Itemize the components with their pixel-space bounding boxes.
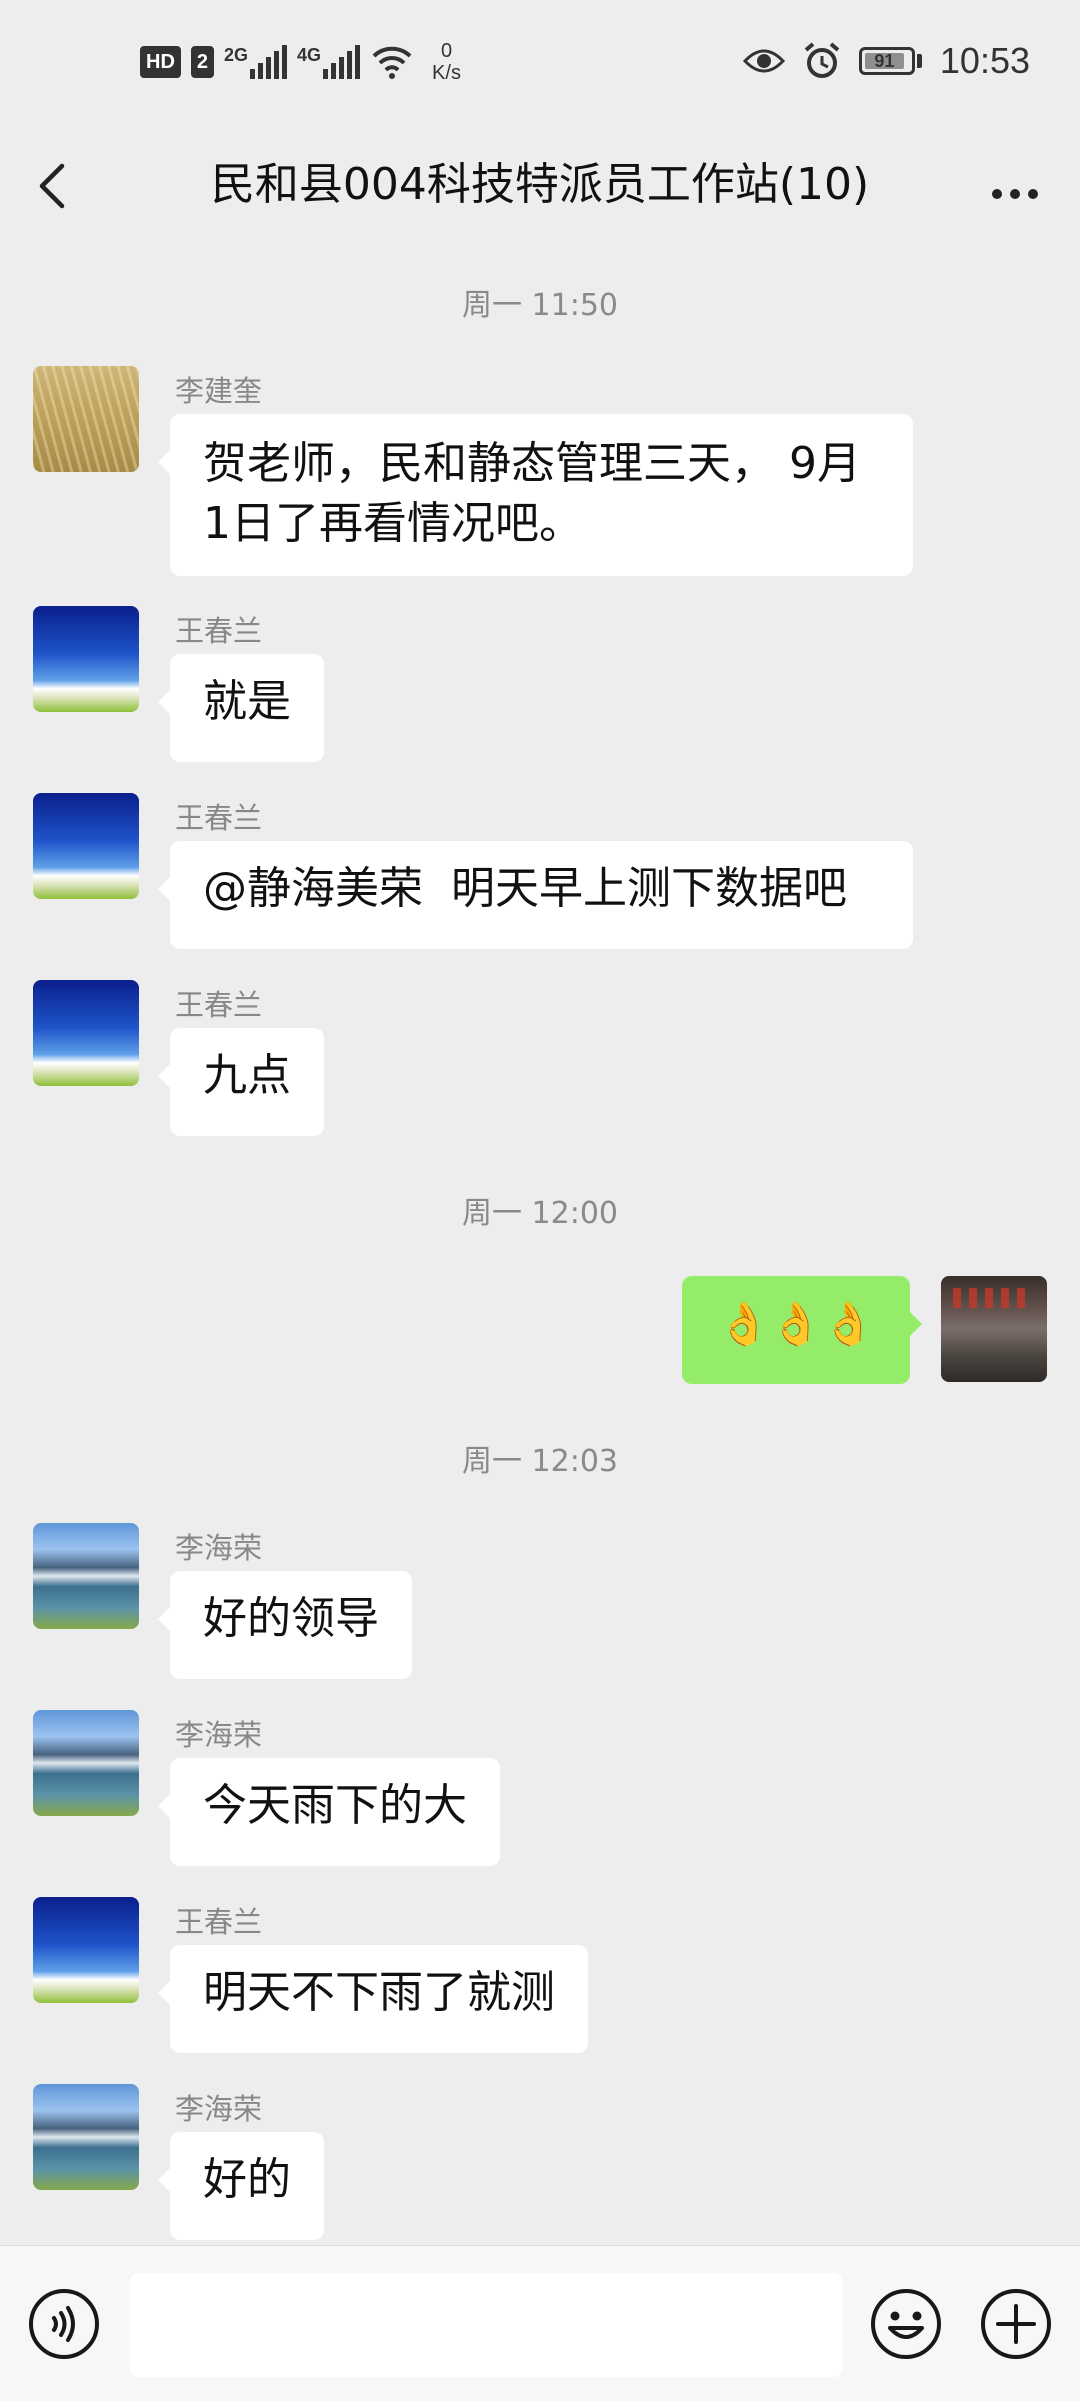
network-speed: 0 K/s [432, 40, 461, 84]
status-bar: HD 2 2G 4G 0 K/s 91 10:53 [0, 0, 1080, 130]
chat-title: 民和县004科技特派员工作站(10) [210, 159, 870, 210]
avatar[interactable] [33, 1710, 139, 1816]
avatar[interactable] [33, 1897, 139, 2003]
avatar[interactable] [33, 2084, 139, 2190]
voice-icon [29, 2289, 99, 2359]
sender-name: 李海荣 [175, 2092, 263, 2126]
hd-badge: HD [140, 46, 181, 78]
signal-icon-2: 4G [297, 45, 361, 79]
message-bubble[interactable]: 九点 [158, 1028, 324, 1136]
avatar[interactable] [33, 606, 139, 712]
back-button[interactable] [30, 150, 100, 220]
message-bubble[interactable]: 贺老师，民和静态管理三天， 9月 1日了再看情况吧。 [158, 414, 913, 576]
message-input[interactable] [130, 2273, 842, 2377]
sender-name: 李海荣 [175, 1718, 263, 1752]
sender-name: 王春兰 [175, 801, 263, 835]
more-functions-button[interactable] [980, 2288, 1052, 2360]
message-bubble[interactable]: 好的 [158, 2132, 324, 2240]
chevron-left-icon [39, 163, 65, 209]
more-button[interactable] [980, 150, 1050, 220]
signal-icon-1: 2G [224, 45, 288, 79]
wifi-icon [372, 46, 412, 79]
plus-icon [981, 2289, 1051, 2359]
message-bubble[interactable]: 明天不下雨了就测 [158, 1945, 588, 2053]
sim-badge: 2 [190, 46, 215, 78]
sender-name: 王春兰 [175, 614, 263, 648]
avatar[interactable] [33, 366, 139, 472]
status-left: HD 2 2G 4G 0 K/s [140, 40, 461, 84]
more-dots-icon [992, 189, 1038, 199]
status-time: 10:53 [939, 40, 1030, 81]
chat-header: 民和县004科技特派员工作站(10) [0, 130, 1080, 240]
emoji-icon [871, 2289, 941, 2359]
alarm-icon [804, 42, 840, 78]
message-bubble[interactable]: 就是 [158, 654, 324, 762]
input-bar [0, 2245, 1080, 2401]
sender-name: 李海荣 [175, 1531, 263, 1565]
avatar[interactable] [33, 793, 139, 899]
avatar[interactable] [33, 980, 139, 1086]
avatar[interactable] [33, 1523, 139, 1629]
sender-name: 王春兰 [175, 988, 263, 1022]
sender-name: 李建奎 [175, 374, 263, 408]
message-bubble[interactable]: 今天雨下的大 [158, 1758, 500, 1866]
timestamp: 周一 11:50 [462, 288, 618, 323]
avatar[interactable] [941, 1276, 1047, 1382]
timestamp: 周一 12:00 [462, 1196, 618, 1231]
emoji-button[interactable] [870, 2288, 942, 2360]
sender-name: 王春兰 [175, 1905, 263, 1939]
status-right: 91 10:53 [742, 40, 1030, 82]
chat-list[interactable]: 周一 11:50 李建奎 贺老师，民和静态管理三天， 9月 1日了再看情况吧。 … [0, 240, 1080, 2245]
message-bubble[interactable]: 好的领导 [158, 1571, 412, 1679]
message-bubble[interactable]: @静海美荣 明天早上测下数据吧 [158, 841, 913, 949]
battery-icon: 91 [858, 47, 922, 75]
timestamp: 周一 12:03 [462, 1444, 618, 1479]
eye-icon [742, 49, 785, 73]
message-bubble[interactable]: 👌👌👌 [682, 1276, 922, 1384]
voice-button[interactable] [28, 2288, 100, 2360]
